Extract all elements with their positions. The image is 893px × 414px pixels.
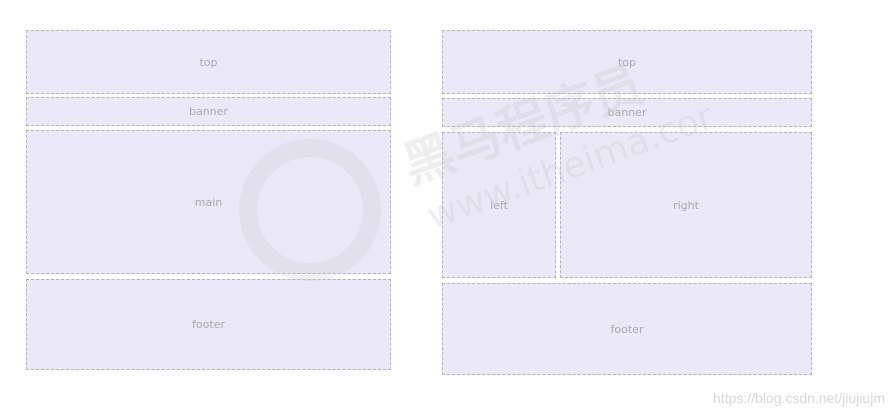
layout-a-top: top: [26, 30, 391, 94]
source-credit: https://blog.csdn.net/jiujiujm: [713, 390, 885, 406]
label: top: [199, 55, 218, 69]
label: banner: [607, 106, 647, 119]
layout-a-banner: banner: [26, 97, 391, 126]
layout-b-left: left: [442, 132, 556, 278]
label: banner: [189, 105, 228, 118]
label: right: [673, 198, 699, 212]
layout-b-right: right: [560, 132, 812, 278]
layout-a-footer: footer: [26, 279, 391, 370]
layout-b-footer: footer: [442, 283, 812, 375]
label: footer: [192, 318, 225, 331]
label: left: [490, 198, 508, 212]
label: footer: [610, 322, 644, 336]
layout-b-banner: banner: [442, 98, 812, 127]
label: main: [194, 195, 223, 209]
label: top: [617, 55, 637, 69]
layout-b-top: top: [442, 30, 812, 94]
layout-a-main: main: [26, 130, 391, 274]
